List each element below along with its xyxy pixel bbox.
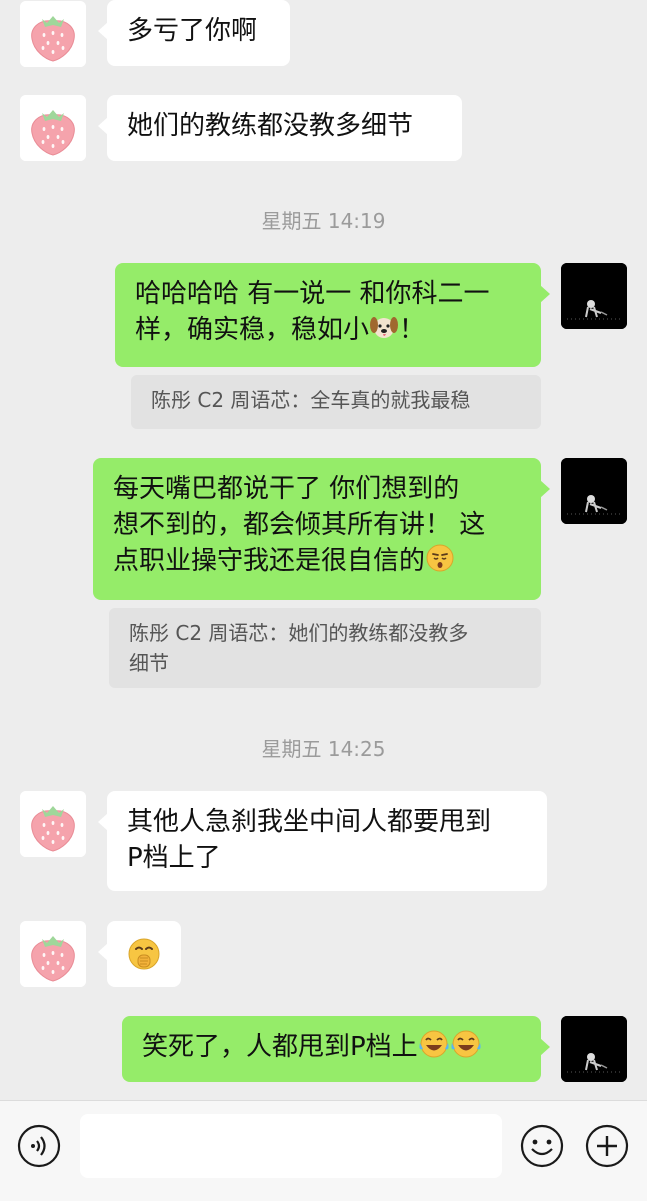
message-bubble-incoming[interactable] — [98, 921, 181, 987]
quoted-message[interactable]: 陈彤 C2 周语芯：她们的教练都没教多 细节 — [109, 608, 541, 688]
crying-laughing-face-icon — [450, 1029, 482, 1069]
crying-laughing-face-icon — [418, 1029, 450, 1069]
dark-photo-avatar-icon — [561, 263, 627, 329]
message-text: 多亏了你啊 — [127, 16, 258, 46]
self-avatar[interactable] — [561, 263, 627, 329]
contact-avatar[interactable] — [20, 921, 86, 987]
message-text-line: 点职业操守我还是很自信的 — [113, 546, 426, 576]
self-avatar[interactable] — [561, 458, 627, 524]
message-text-tail: ！ — [399, 315, 426, 345]
emoji-button[interactable] — [519, 1123, 565, 1169]
message-bubble-outgoing[interactable]: 笑死了，人都甩到P档上 — [122, 1016, 550, 1082]
chat-input-bar — [0, 1100, 647, 1201]
strawberry-avatar-icon — [20, 921, 86, 987]
message-bubble-incoming[interactable]: 其他人急刹我坐中间人都要甩到 P档上了 — [98, 791, 547, 891]
emoji-icon — [520, 1124, 564, 1168]
quote-text: 陈彤 C2 周语芯：全车真的就我最稳 — [151, 388, 471, 412]
message-text-line: 每天嘴巴都说干了 你们想到的 — [113, 474, 460, 504]
message-text: 她们的教练都没教多细节 — [127, 111, 414, 141]
message-text-line: P档上了 — [127, 843, 221, 873]
strawberry-avatar-icon — [20, 1, 86, 67]
message-bubble-incoming[interactable]: 多亏了你啊 — [98, 0, 290, 66]
quoted-message[interactable]: 陈彤 C2 周语芯：全车真的就我最稳 — [131, 375, 541, 429]
contact-avatar[interactable] — [20, 95, 86, 161]
timestamp: 星期五 14:25 — [261, 737, 386, 761]
dark-photo-avatar-icon — [561, 1016, 627, 1082]
message-text-line: 样，确实稳，稳如小 — [135, 315, 370, 345]
message-text-line: 哈哈哈哈 有一说一 和你科二一 — [135, 279, 490, 309]
message-text: 笑死了，人都甩到P档上 — [142, 1032, 418, 1062]
message-input[interactable] — [80, 1114, 502, 1178]
contact-avatar[interactable] — [20, 1, 86, 67]
message-text-line: 其他人急刹我坐中间人都要甩到 — [127, 807, 492, 837]
message-bubble-outgoing[interactable]: 每天嘴巴都说干了 你们想到的 想不到的，都会倾其所有讲！ 这 点职业操守我还是很… — [93, 458, 550, 600]
kissing-face-icon — [425, 543, 455, 583]
dog-face-icon — [369, 312, 399, 352]
message-bubble-incoming[interactable]: 她们的教练都没教多细节 — [98, 95, 462, 161]
timestamp: 星期五 14:19 — [261, 209, 386, 233]
more-button[interactable] — [584, 1123, 630, 1169]
voice-button[interactable] — [16, 1123, 62, 1169]
message-text-line: 想不到的，都会倾其所有讲！ 这 — [113, 510, 486, 540]
strawberry-avatar-icon — [20, 95, 86, 161]
voice-icon — [17, 1124, 61, 1168]
hand-over-mouth-face-icon — [127, 937, 161, 981]
quote-text-line: 陈彤 C2 周语芯：她们的教练都没教多 — [129, 621, 469, 645]
self-avatar[interactable] — [561, 1016, 627, 1082]
plus-icon — [585, 1124, 629, 1168]
dark-photo-avatar-icon — [561, 458, 627, 524]
contact-avatar[interactable] — [20, 791, 86, 857]
strawberry-avatar-icon — [20, 791, 86, 857]
message-bubble-outgoing[interactable]: 哈哈哈哈 有一说一 和你科二一 样，确实稳，稳如小 ！ — [115, 263, 550, 367]
quote-text-line: 细节 — [129, 651, 169, 675]
